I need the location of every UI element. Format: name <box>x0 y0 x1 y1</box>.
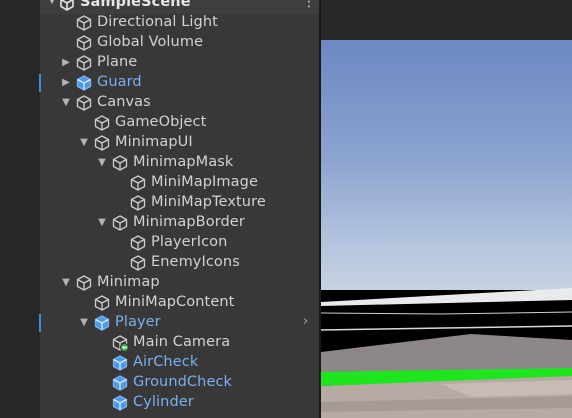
hierarchy-item-label: MiniMapTexture <box>151 194 266 210</box>
gameobject-cube-icon <box>130 175 146 191</box>
hierarchy-item-label: MiniMapContent <box>115 294 235 310</box>
plane-line <box>321 311 572 315</box>
kebab-menu-icon[interactable]: ⋮ <box>302 0 316 9</box>
prefab-override-marker <box>39 74 41 92</box>
hierarchy-item-label: Minimap <box>97 274 160 290</box>
chevron-right-icon[interactable]: › <box>303 314 308 329</box>
expand-arrow-icon[interactable]: ▼ <box>46 0 58 7</box>
gameobject-cube-icon <box>130 195 146 211</box>
prefab-cube-icon <box>112 375 128 391</box>
hierarchy-row[interactable]: ▼ MinimapMask <box>40 153 320 173</box>
hierarchy-item-label: GroundCheck <box>133 374 233 390</box>
gameobject-cube-icon <box>76 275 92 291</box>
hierarchy-row[interactable]: PlayerIcon <box>40 233 320 253</box>
hierarchy-item-label: PlayerIcon <box>151 234 228 250</box>
hierarchy-row[interactable]: ▼ MinimapUI <box>40 133 320 153</box>
hierarchy-item-label: AirCheck <box>133 354 199 370</box>
expanded-arrow-icon[interactable]: ▼ <box>96 217 108 229</box>
gameobject-cube-icon <box>112 215 128 231</box>
gameobject-cube-icon <box>94 135 110 151</box>
hierarchy-row[interactable]: Directional Light <box>40 13 320 33</box>
plane-line <box>321 325 572 331</box>
hierarchy-item-label: MinimapBorder <box>133 214 245 230</box>
expanded-arrow-icon[interactable]: ▼ <box>78 137 90 149</box>
hierarchy-row[interactable]: MiniMapImage <box>40 173 320 193</box>
hierarchy-item-label: Directional Light <box>97 14 218 30</box>
collapsed-arrow-icon[interactable]: ▶ <box>60 57 72 69</box>
gameobject-cube-icon <box>112 155 128 171</box>
left-gutter <box>0 0 40 418</box>
hierarchy-panel: ▼ SampleScene ⋮ Directional Light Global… <box>40 0 320 418</box>
gameobject-cube-icon <box>76 15 92 31</box>
hierarchy-row[interactable]: Main Camera <box>40 333 320 353</box>
hierarchy-row[interactable]: EnemyIcons <box>40 253 320 273</box>
collapsed-arrow-icon[interactable]: ▶ <box>60 77 72 89</box>
hierarchy-item-label: MiniMapImage <box>151 174 258 190</box>
unity-scene-icon <box>60 0 74 11</box>
hierarchy-row[interactable]: GameObject <box>40 113 320 133</box>
expanded-arrow-icon[interactable]: ▼ <box>78 317 90 329</box>
hierarchy-row[interactable]: MiniMapTexture <box>40 193 320 213</box>
hierarchy-item-label: Canvas <box>97 94 151 110</box>
hierarchy-row[interactable]: AirCheck <box>40 353 320 373</box>
scene-geometry <box>321 288 572 418</box>
hierarchy-item-label: Global Volume <box>97 34 204 50</box>
prefab-cube-icon <box>94 315 110 331</box>
gameobject-cube-icon <box>130 235 146 251</box>
hierarchy-item-label: EnemyIcons <box>151 254 240 270</box>
gameobject-cube-icon <box>94 115 110 131</box>
expanded-arrow-icon[interactable]: ▼ <box>96 157 108 169</box>
hierarchy-item-label: Guard <box>97 74 142 90</box>
gameobject-cube-icon <box>130 255 146 271</box>
camera-gameobject-icon <box>112 335 129 352</box>
expanded-arrow-icon[interactable]: ▼ <box>60 97 72 109</box>
expanded-arrow-icon[interactable]: ▼ <box>60 277 72 289</box>
hierarchy-row[interactable]: GroundCheck <box>40 373 320 393</box>
hierarchy-item-label: Main Camera <box>133 334 231 350</box>
scene-name: SampleScene <box>80 0 191 10</box>
hierarchy-item-label: MinimapUI <box>115 134 193 150</box>
hierarchy-row[interactable]: Global Volume <box>40 33 320 53</box>
gameobject-cube-icon <box>76 35 92 51</box>
hierarchy-row[interactable]: ▼ Canvas <box>40 93 320 113</box>
hierarchy-item-label: MinimapMask <box>133 154 234 170</box>
hierarchy-row[interactable]: ▶ Guard <box>40 73 320 93</box>
hierarchy-row[interactable]: ▼ Player › <box>40 313 320 333</box>
prefab-cube-icon <box>112 395 128 411</box>
hierarchy-item-label: Player <box>115 314 161 330</box>
scene-header[interactable]: ▼ SampleScene ⋮ <box>40 0 320 14</box>
hierarchy-row[interactable]: ▼ Minimap <box>40 273 320 293</box>
gameobject-cube-icon <box>76 55 92 71</box>
hierarchy-item-label: Plane <box>97 54 138 70</box>
hierarchy-row[interactable]: MiniMapContent <box>40 293 320 313</box>
gameobject-cube-icon <box>76 95 92 111</box>
horizon-edge <box>321 288 572 306</box>
hierarchy-item-label: GameObject <box>115 114 207 130</box>
scene-view[interactable] <box>321 0 572 418</box>
prefab-cube-icon <box>112 355 128 371</box>
prefab-cube-icon <box>76 75 92 91</box>
hierarchy-row[interactable]: ▶ Plane <box>40 53 320 73</box>
hierarchy-row[interactable]: Cylinder <box>40 393 320 413</box>
hierarchy-row[interactable]: ▼ MinimapBorder <box>40 213 320 233</box>
hierarchy-item-label: Cylinder <box>133 394 194 410</box>
gameobject-cube-icon <box>94 295 110 311</box>
prefab-override-marker <box>39 314 41 332</box>
